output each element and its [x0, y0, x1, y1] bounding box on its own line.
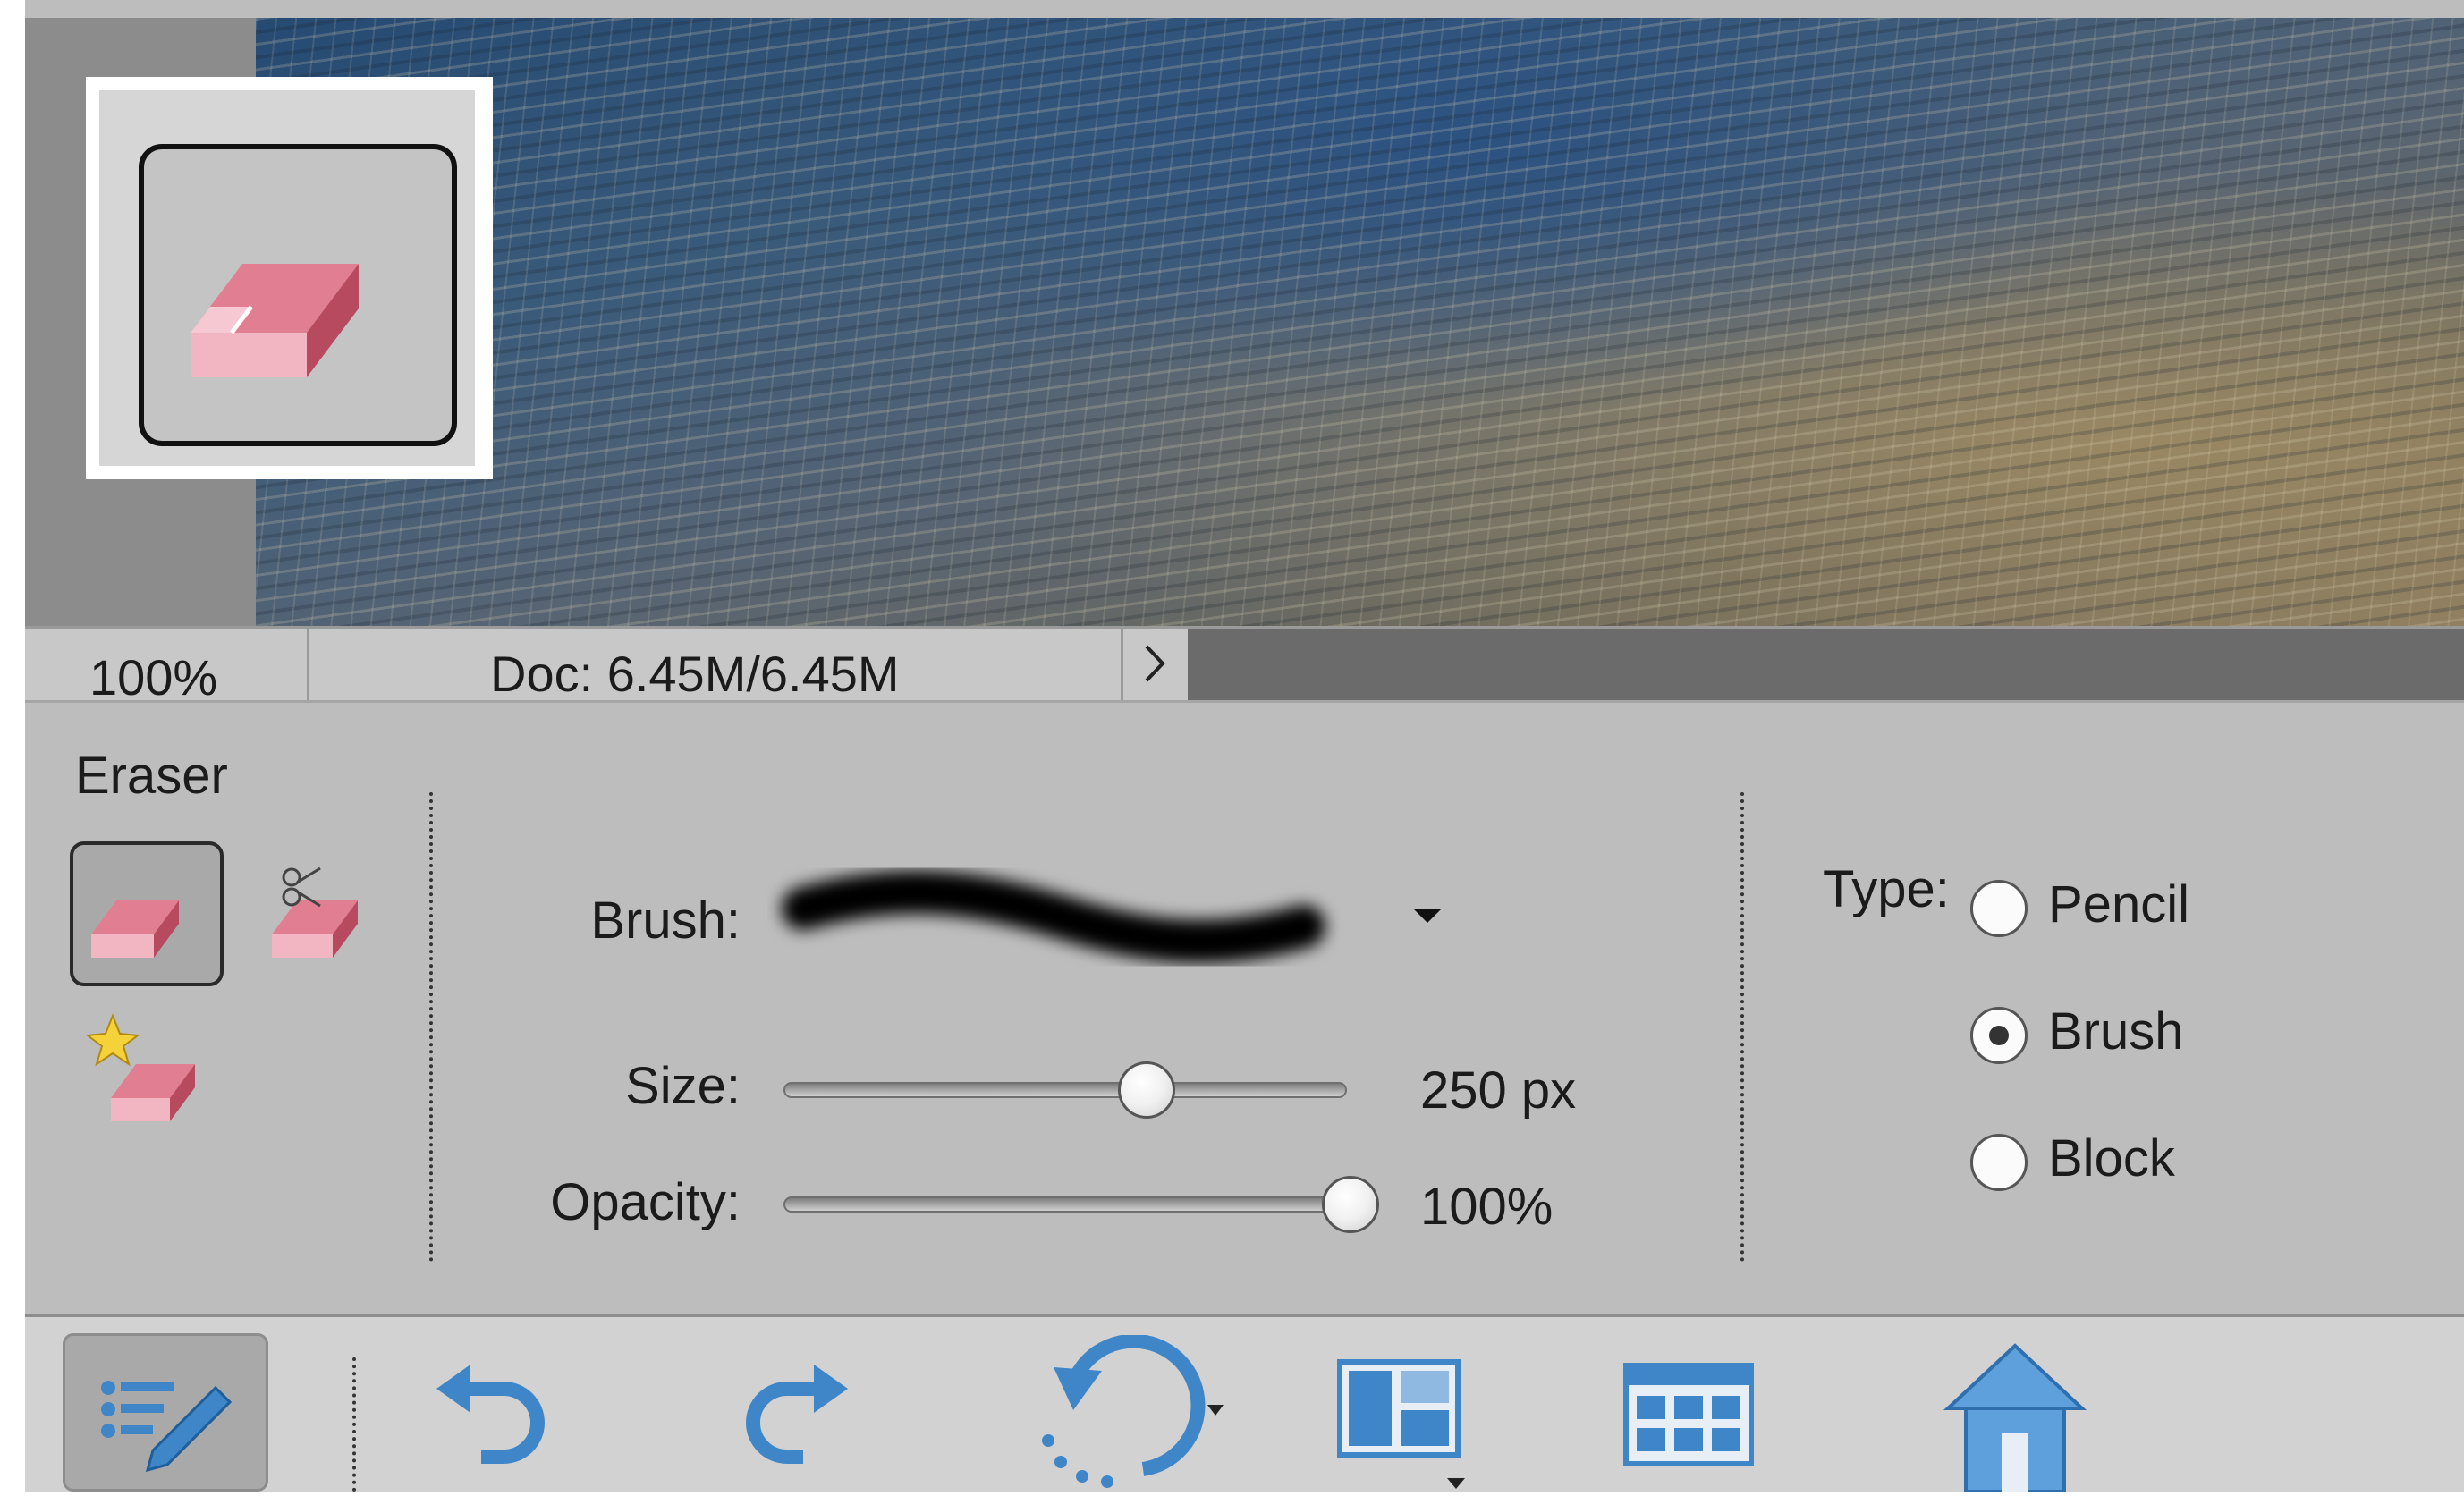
size-slider[interactable]	[783, 1082, 1347, 1098]
tool-preview-inner	[99, 90, 475, 466]
type-block-radio[interactable]	[1970, 1134, 2028, 1191]
tool-options-button[interactable]	[63, 1333, 268, 1492]
home-icon	[1943, 1343, 2087, 1493]
eraser-variant-button[interactable]	[70, 841, 224, 986]
undo-button[interactable]	[419, 1340, 553, 1483]
type-label: Type:	[1823, 860, 1950, 918]
size-slider-thumb[interactable]	[1118, 1061, 1175, 1119]
brush-preset-picker[interactable]	[767, 846, 1349, 980]
eraser-tool-button[interactable]	[139, 144, 457, 446]
type-block-label[interactable]: Block	[2048, 1128, 2175, 1188]
bottom-taskbar	[25, 1314, 2464, 1493]
rotate-icon	[1042, 1333, 1224, 1488]
eraser-icon	[91, 900, 179, 958]
doc-size-value: Doc: 6.45M/6.45M	[490, 646, 900, 702]
organizer-icon	[1623, 1363, 1754, 1466]
type-pencil-label[interactable]: Pencil	[2048, 875, 2189, 934]
opacity-label: Opacity:	[550, 1173, 741, 1231]
options-separator	[1740, 792, 1744, 1262]
status-bar: 100% Doc: 6.45M/6.45M	[25, 626, 2464, 706]
opacity-slider[interactable]	[783, 1196, 1347, 1213]
opacity-value: 100%	[1420, 1178, 1554, 1236]
undo-icon	[436, 1365, 545, 1464]
tool-preview-panel	[86, 77, 493, 479]
status-bar-fill	[1188, 629, 2464, 700]
home-button[interactable]	[1930, 1326, 2100, 1493]
doc-size-field: Doc: 6.45M/6.45M	[311, 629, 1123, 702]
zoom-field[interactable]: 100%	[25, 629, 309, 706]
organizer-button[interactable]	[1599, 1335, 1769, 1492]
chevron-right-icon	[1145, 645, 1165, 682]
size-label: Size:	[625, 1057, 741, 1115]
zoom-value: 100%	[89, 649, 218, 706]
brush-dropdown-arrow-icon[interactable]	[1410, 903, 1445, 928]
opacity-slider-thumb[interactable]	[1322, 1176, 1379, 1233]
taskbar-separator	[352, 1357, 356, 1492]
type-brush-label[interactable]: Brush	[2048, 1002, 2184, 1061]
brush-label: Brush:	[590, 892, 741, 950]
redo-button[interactable]	[732, 1340, 866, 1483]
type-brush-radio[interactable]	[1970, 1007, 2028, 1064]
tool-options-icon	[101, 1381, 233, 1473]
layout-button[interactable]	[1313, 1335, 1483, 1492]
redo-icon	[746, 1365, 848, 1464]
magic-eraser-icon	[85, 1013, 195, 1121]
tool-name-label: Eraser	[75, 747, 228, 805]
tool-options-panel: Eraser Brush: Size: 250 px Opacity: 100%…	[25, 700, 2464, 1317]
layout-icon	[1337, 1359, 1465, 1489]
status-menu-button[interactable]	[1123, 632, 1186, 695]
canvas-image[interactable]	[256, 18, 2464, 626]
size-value: 250 px	[1420, 1061, 1577, 1120]
magic-eraser-variant-button[interactable]	[70, 998, 224, 1143]
rotate-button[interactable]	[1009, 1333, 1250, 1492]
eraser-icon	[191, 264, 359, 377]
type-pencil-radio[interactable]	[1970, 880, 2028, 937]
